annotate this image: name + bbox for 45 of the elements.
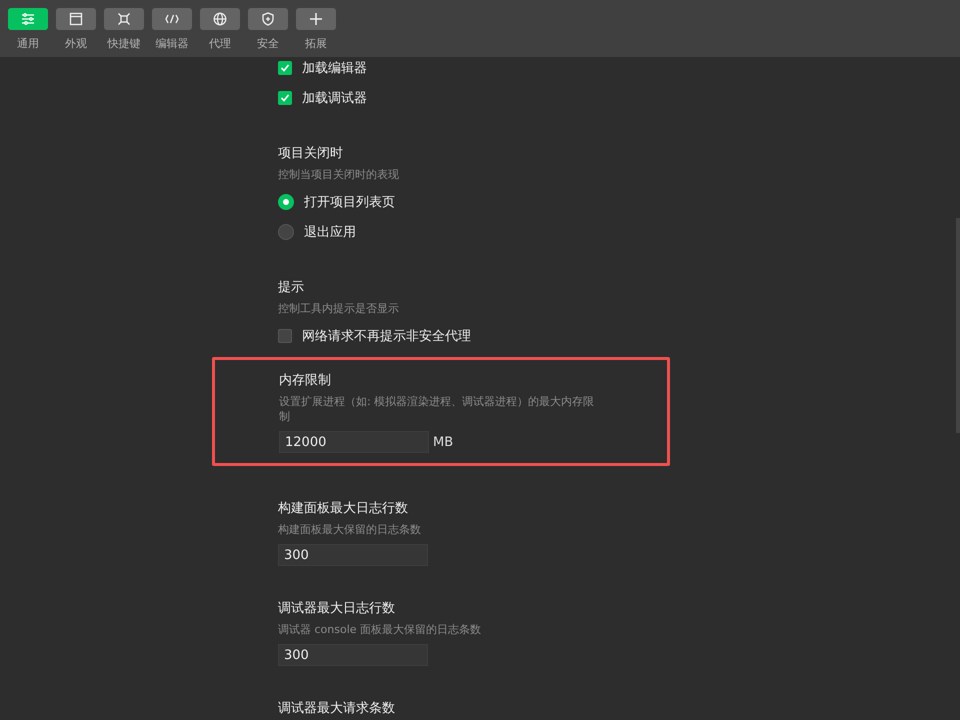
section-title: 内存限制 <box>279 372 332 389</box>
section-description: 控制工具内提示是否显示 <box>278 301 400 316</box>
tab-label: 外观 <box>65 36 87 51</box>
number-field[interactable]: 300 <box>278 544 428 566</box>
toolbar-tab[interactable] <box>152 8 192 30</box>
radio-label: 打开项目列表页 <box>304 194 395 211</box>
section-description: 设置扩展进程（如: 模拟器渲染进程、调试器进程）的最大内存限制 <box>279 394 596 424</box>
section-description: 控制当项目关闭时的表现 <box>278 167 400 182</box>
number-field[interactable]: 300 <box>278 644 428 666</box>
tab-label: 快捷键 <box>108 36 140 51</box>
toolbar-tab[interactable] <box>56 8 96 30</box>
checkbox-label: 加载编辑器 <box>302 60 367 77</box>
globe-icon <box>213 12 227 26</box>
section-title: 项目关闭时 <box>278 145 344 162</box>
tab-label: 代理 <box>209 36 231 51</box>
shield-icon <box>261 12 275 26</box>
toolbar-tab[interactable] <box>104 8 144 30</box>
plus-icon <box>309 12 323 26</box>
section-title: 构建面板最大日志行数 <box>278 500 409 517</box>
checkbox-label: 网络请求不再提示非安全代理 <box>302 328 471 345</box>
code-icon <box>164 12 180 26</box>
section-description: 构建面板最大保留的日志条数 <box>278 522 422 537</box>
radio-button[interactable] <box>278 224 294 240</box>
section-title: 调试器最大请求条数 <box>278 700 396 717</box>
checkbox[interactable] <box>278 329 292 343</box>
toolbar-tab[interactable] <box>200 8 240 30</box>
tab-label: 编辑器 <box>156 36 188 51</box>
unit-label: MB <box>433 434 454 450</box>
command-icon <box>117 12 131 26</box>
radio-label: 退出应用 <box>304 224 356 241</box>
section-description: 调试器 console 面板最大保留的日志条数 <box>278 622 482 637</box>
sliders-icon <box>21 12 35 26</box>
tab-label: 拓展 <box>305 36 327 51</box>
checkbox[interactable] <box>278 61 292 75</box>
section-title: 调试器最大日志行数 <box>278 600 396 617</box>
checkbox-label: 加载调试器 <box>302 90 367 107</box>
section-title: 提示 <box>278 279 305 296</box>
toolbar-tab[interactable] <box>248 8 288 30</box>
tab-label: 通用 <box>17 36 39 51</box>
radio-button[interactable] <box>278 194 294 210</box>
window-icon <box>69 12 83 26</box>
toolbar-tab[interactable] <box>296 8 336 30</box>
tab-label: 安全 <box>257 36 279 51</box>
checkbox[interactable] <box>278 91 292 105</box>
number-field[interactable]: 12000 <box>279 431 429 453</box>
